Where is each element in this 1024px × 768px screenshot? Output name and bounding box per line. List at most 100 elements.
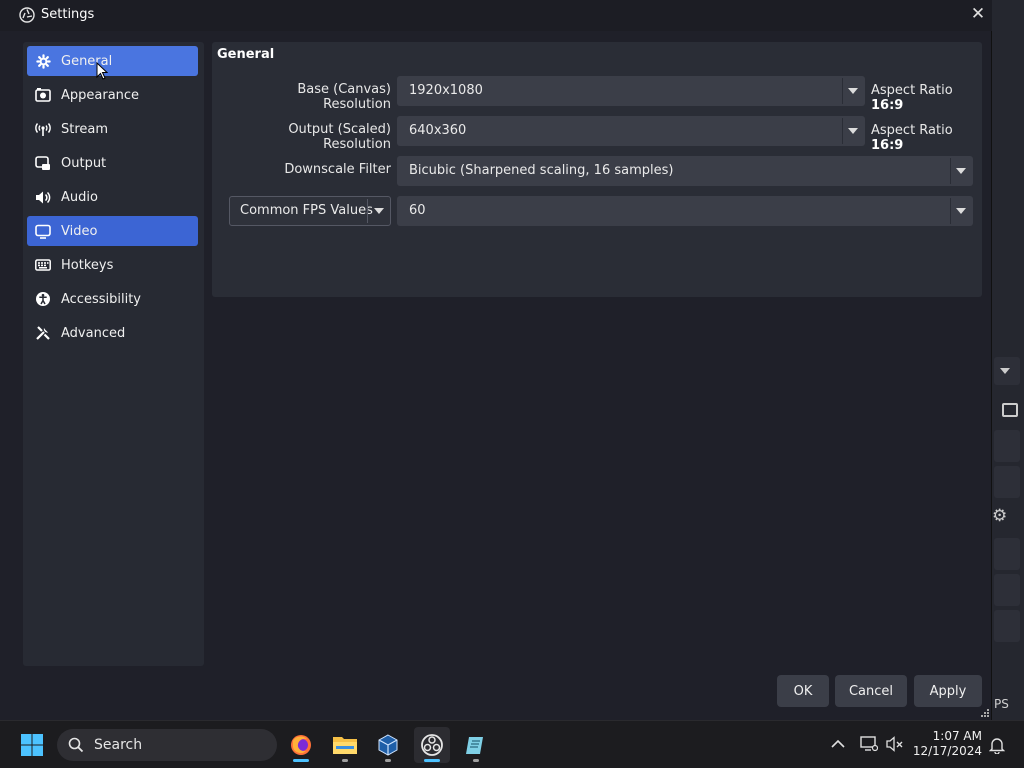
window-title: Settings (41, 7, 95, 22)
downscale-filter-value: Bicubic (Sharpened scaling, 16 samples) (409, 163, 674, 178)
sidebar-item-output[interactable]: Output (27, 148, 198, 178)
title-bar[interactable]: Settings ✕ (0, 0, 992, 31)
taskbar-app-notepad[interactable] (458, 727, 494, 763)
gear-icon (35, 53, 51, 69)
taskbar-app-obs[interactable] (414, 727, 450, 763)
sidebar-item-audio[interactable]: Audio (27, 182, 198, 212)
monitor-icon (35, 223, 51, 239)
ok-button[interactable]: OK (777, 675, 829, 707)
background-gear-icon: ⚙ (992, 506, 1008, 526)
firefox-icon (291, 735, 311, 755)
sidebar-item-label: Audio (61, 189, 98, 205)
mouse-cursor-icon (96, 62, 108, 80)
taskbar-search-box[interactable]: Search (57, 729, 277, 761)
running-indicator (473, 759, 479, 762)
broadcast-icon (35, 121, 51, 137)
base-aspect-ratio: Aspect Ratio 16:9 (871, 83, 982, 113)
background-window-icon (1002, 403, 1018, 417)
combo-separator (842, 78, 843, 104)
chevron-down-icon[interactable] (374, 208, 384, 214)
chevron-down-icon[interactable] (956, 168, 966, 174)
chevron-down-icon[interactable] (848, 128, 858, 134)
running-indicator (424, 759, 440, 762)
taskbar: Search 1:07 AM 12/17/2024 (0, 720, 1024, 768)
taskbar-app-file-explorer[interactable] (327, 727, 363, 763)
sidebar-item-label: Appearance (61, 87, 140, 103)
settings-sidebar: General Appearance Stream Output Audio V… (23, 42, 204, 666)
sidebar-item-accessibility[interactable]: Accessibility (27, 284, 198, 314)
fps-type-combobox[interactable]: Common FPS Values (229, 196, 391, 226)
notification-bell-icon[interactable] (989, 736, 1005, 754)
obs-icon (421, 734, 443, 756)
video-settings-panel: General Base (Canvas) Resolution 1920x10… (212, 42, 982, 297)
background-block (994, 466, 1020, 498)
chevron-up-icon[interactable] (831, 739, 845, 749)
downscale-filter-label: Downscale Filter (284, 162, 391, 177)
fps-value-combobox[interactable]: 60 (397, 196, 973, 226)
background-block (994, 430, 1020, 462)
output-resolution-value: 640x360 (409, 123, 467, 138)
sidebar-item-label: Output (61, 155, 107, 171)
output-aspect-ratio: Aspect Ratio 16:9 (871, 123, 982, 153)
base-resolution-value: 1920x1080 (409, 83, 483, 98)
sidebar-item-label: Advanced (61, 325, 126, 341)
sidebar-item-label: Stream (61, 121, 109, 137)
speaker-icon (35, 189, 51, 205)
taskbar-app-virtualbox[interactable] (370, 727, 406, 763)
background-block (994, 538, 1020, 570)
tools-icon (35, 325, 51, 341)
sidebar-item-advanced[interactable]: Advanced (27, 318, 198, 348)
keyboard-icon (35, 257, 51, 273)
sidebar-item-video[interactable]: Video (27, 216, 198, 246)
network-icon[interactable] (860, 736, 878, 752)
search-label: Search (94, 737, 143, 753)
combo-separator (367, 199, 368, 223)
combo-separator (950, 198, 951, 224)
virtualbox-icon (378, 734, 398, 756)
sidebar-item-label: Hotkeys (61, 257, 114, 273)
resize-grip-icon[interactable] (980, 708, 990, 718)
clock-date: 12/17/2024 (912, 744, 982, 758)
fps-value: 60 (409, 203, 426, 218)
combo-separator (842, 118, 843, 144)
volume-muted-icon[interactable] (886, 736, 904, 752)
fps-type-value: Common FPS Values (240, 203, 373, 218)
notepad-icon (466, 737, 483, 754)
sidebar-item-general[interactable]: General (27, 46, 198, 76)
output-resolution-label: Output (Scaled) Resolution (288, 122, 391, 152)
system-clock[interactable]: 1:07 AM 12/17/2024 (912, 729, 982, 759)
aspect-ratio-label: Aspect Ratio (871, 83, 953, 98)
chevron-down-icon[interactable] (848, 88, 858, 94)
close-icon[interactable]: ✕ (968, 4, 988, 24)
search-icon (68, 737, 84, 753)
background-block (994, 610, 1020, 642)
settings-window: Settings ✕ General Appearance Stream Out… (0, 0, 992, 720)
base-resolution-combobox[interactable]: 1920x1080 (397, 76, 865, 106)
background-block (994, 574, 1020, 606)
section-title: General (217, 47, 275, 62)
apply-button[interactable]: Apply (914, 675, 982, 707)
appearance-icon (35, 87, 51, 103)
running-indicator (385, 759, 391, 762)
accessibility-icon (35, 291, 51, 307)
taskbar-app-firefox[interactable] (283, 727, 319, 763)
obs-logo-icon (19, 7, 35, 23)
background-fps-text: PS (994, 697, 1009, 711)
sidebar-item-hotkeys[interactable]: Hotkeys (27, 250, 198, 280)
downscale-filter-combobox[interactable]: Bicubic (Sharpened scaling, 16 samples) (397, 156, 973, 186)
combo-separator (950, 158, 951, 184)
output-resolution-combobox[interactable]: 640x360 (397, 116, 865, 146)
background-right-panel: ⚙ PS (992, 0, 1024, 720)
sidebar-item-appearance[interactable]: Appearance (27, 80, 198, 110)
background-dropdown (994, 357, 1020, 385)
running-indicator (342, 759, 348, 762)
clock-time: 1:07 AM (932, 729, 982, 743)
aspect-ratio-label: Aspect Ratio (871, 123, 953, 138)
windows-start-icon[interactable] (20, 733, 44, 757)
chevron-down-icon[interactable] (956, 208, 966, 214)
aspect-ratio-value: 16:9 (871, 138, 904, 153)
running-indicator (293, 759, 309, 762)
sidebar-item-stream[interactable]: Stream (27, 114, 198, 144)
cancel-button[interactable]: Cancel (835, 675, 907, 707)
aspect-ratio-value: 16:9 (871, 98, 904, 113)
